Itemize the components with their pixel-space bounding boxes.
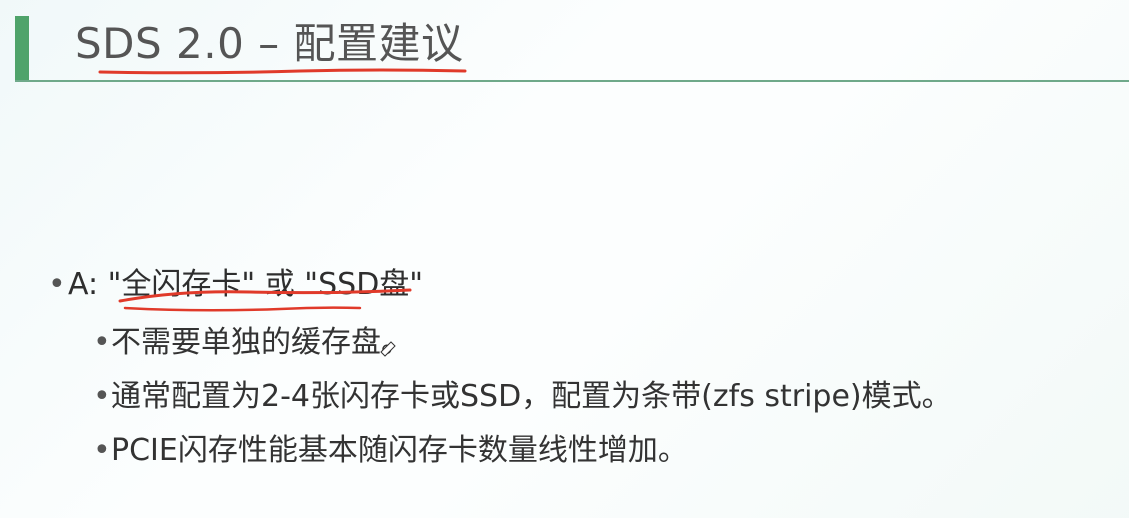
- bullet-text: 不需要单独的缓存盘。: [111, 325, 411, 360]
- title-accent-bar: [15, 16, 29, 80]
- bullet-text: 通常配置为2-4张闪存卡或SSD，配置为条带(zfs stripe)模式。: [111, 379, 952, 414]
- slide: SDS 2.0 – 配置建议 •A: "全闪存卡" 或 "SSD盘" •不需要单…: [0, 0, 1129, 518]
- bullet-text: PCIE闪存性能基本随闪存卡数量线性增加。: [111, 433, 688, 468]
- sub-bullet-item-2: •通常配置为2-4张闪存卡或SSD，配置为条带(zfs stripe)模式。: [93, 377, 952, 417]
- slide-title: SDS 2.0 – 配置建议: [75, 19, 464, 68]
- bullet-item-1: •A: "全闪存卡" 或 "SSD盘": [48, 265, 423, 305]
- bullet-text: A: "全闪存卡" 或 "SSD盘": [68, 267, 424, 302]
- sub-bullet-item-1: •不需要单独的缓存盘。: [93, 323, 411, 363]
- bullet-underline-mark: [123, 306, 362, 312]
- bullet-marker: •: [93, 433, 111, 468]
- title-rule: [15, 80, 1129, 82]
- sub-bullet-item-3: •PCIE闪存性能基本随闪存卡数量线性增加。: [93, 431, 688, 471]
- bullet-marker: •: [93, 379, 111, 414]
- bullet-marker: •: [93, 325, 111, 360]
- bullet-marker: •: [48, 267, 66, 302]
